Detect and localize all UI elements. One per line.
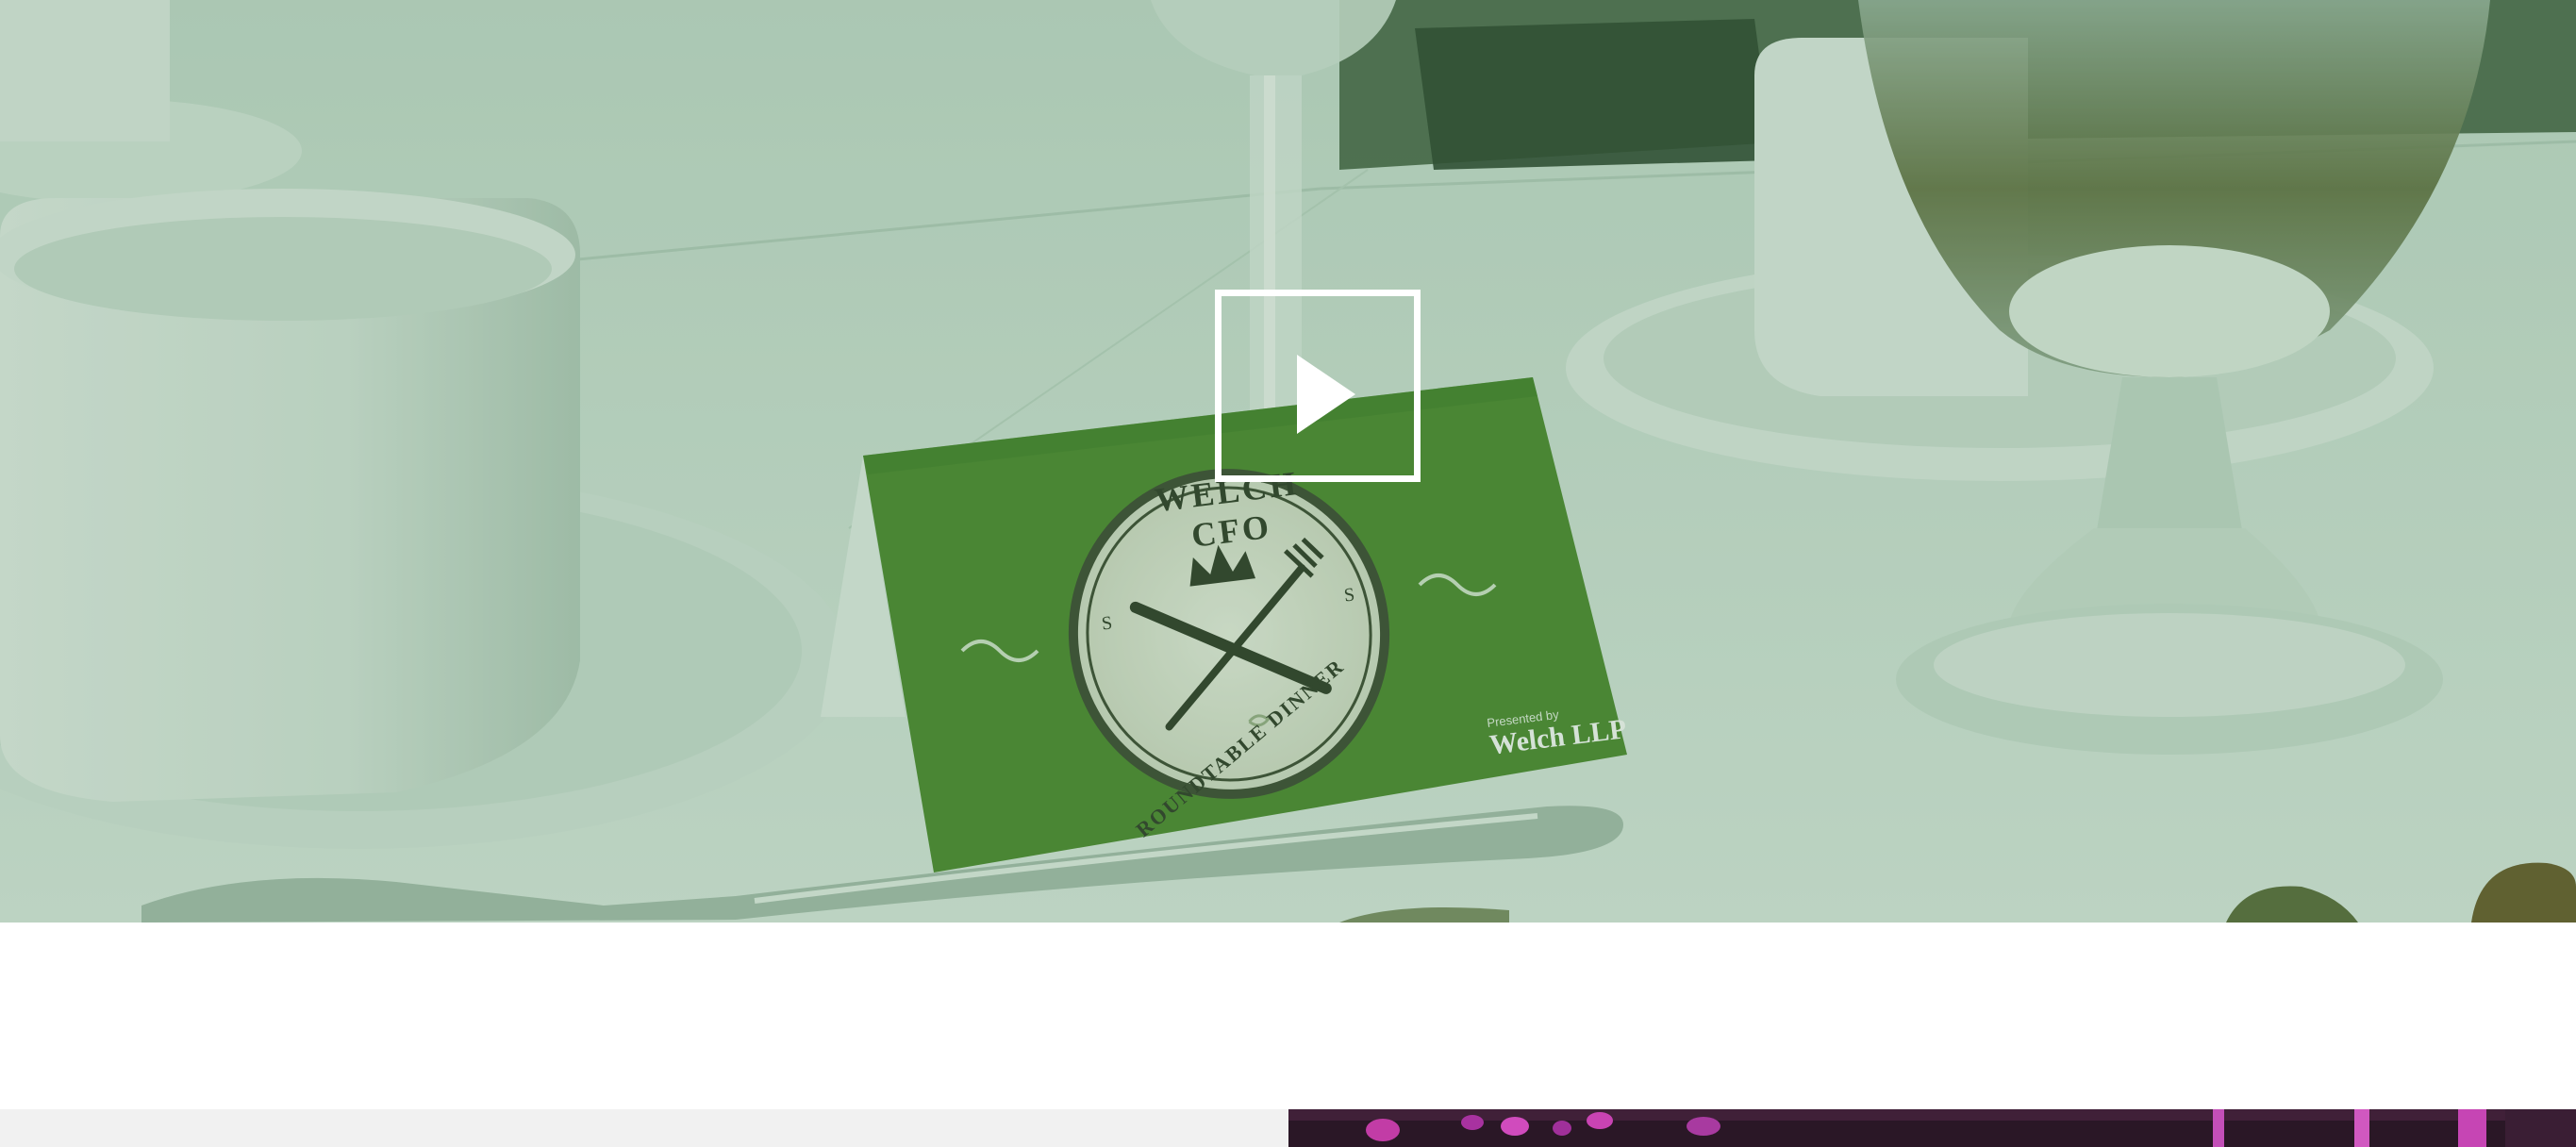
next-section-left-panel (0, 1109, 1288, 1147)
next-section-image (1288, 1109, 2576, 1147)
hero-video[interactable]: WELCH CFO ROUNDTABLE DINNER S S Presente… (0, 0, 2576, 923)
play-button[interactable] (1215, 290, 1421, 482)
section-spacer (0, 923, 2576, 1109)
play-icon (1297, 355, 1355, 434)
